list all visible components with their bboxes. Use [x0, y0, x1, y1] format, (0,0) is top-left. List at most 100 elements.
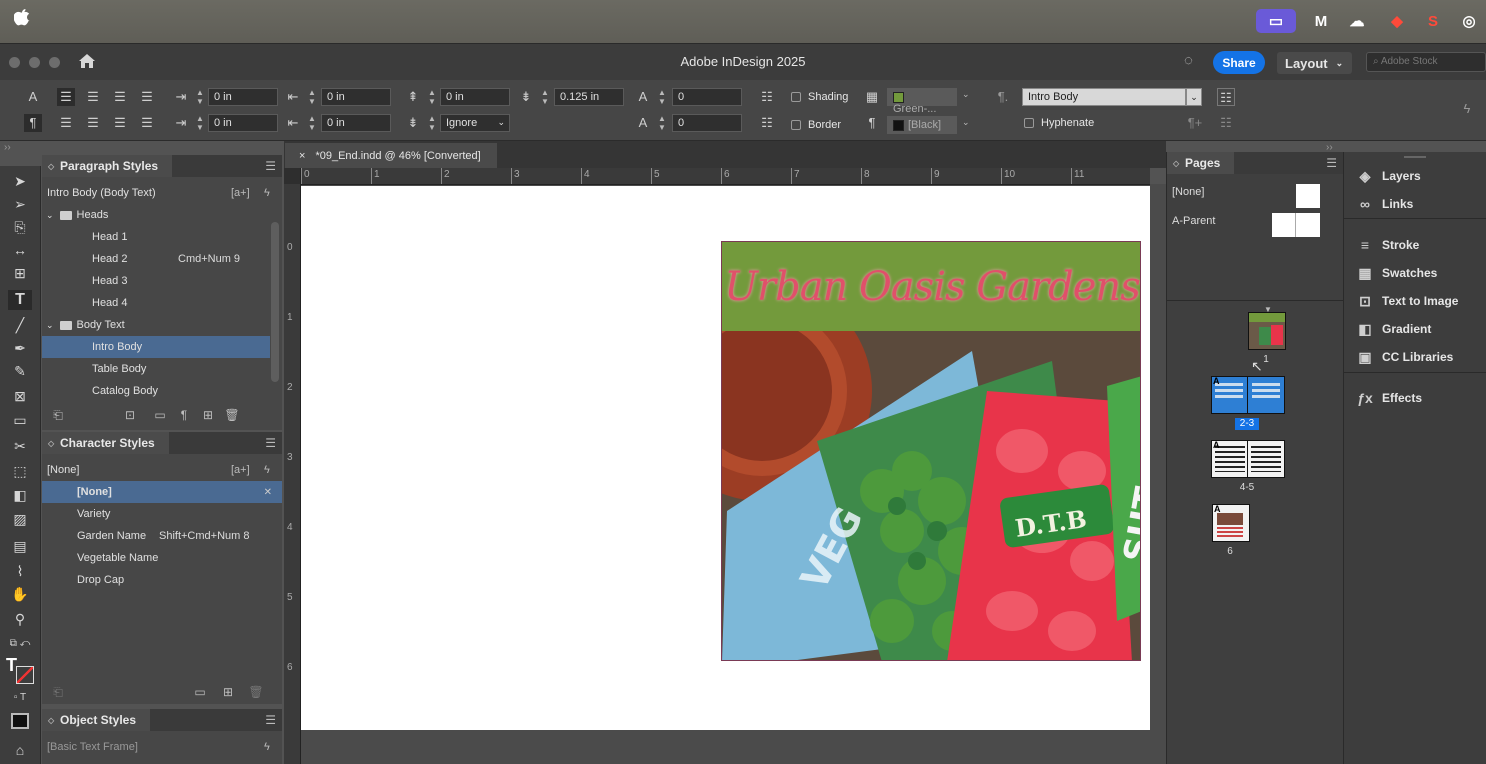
- paragraph-style-options-icon[interactable]: ☷: [1217, 88, 1235, 106]
- scissors-tool-icon[interactable]: ✂: [8, 436, 32, 456]
- shading-checkbox[interactable]: [791, 92, 801, 102]
- border-checkbox[interactable]: [791, 120, 801, 130]
- clear-override-icon[interactable]: ¶: [176, 408, 192, 422]
- panel-effects[interactable]: ƒx Effects: [1355, 384, 1422, 412]
- left-indent-field[interactable]: 0 in: [208, 88, 278, 106]
- left-indent-stepper[interactable]: ▲ ▼: [194, 88, 206, 106]
- border-settings-icon[interactable]: ¶: [863, 114, 881, 132]
- direct-selection-tool-icon[interactable]: ➢: [8, 194, 32, 214]
- collapse-left-icon[interactable]: ››: [4, 142, 11, 153]
- hyphenate-checkbox[interactable]: [1024, 118, 1034, 128]
- character-formatting-icon[interactable]: A: [24, 88, 42, 106]
- load-styles-icon[interactable]: ⎗: [50, 685, 66, 700]
- character-style-row[interactable]: Vegetable Name: [42, 547, 282, 569]
- gradient-feather-tool-icon[interactable]: ▨: [8, 509, 32, 529]
- panel-layers[interactable]: ◈ Layers: [1355, 162, 1421, 190]
- pencil-tool-icon[interactable]: ✎: [8, 361, 32, 381]
- page-1-thumb[interactable]: [1248, 312, 1286, 350]
- pages-tab[interactable]: ◇ Pages: [1167, 152, 1235, 174]
- chevron-down-icon[interactable]: ⌄: [962, 117, 970, 128]
- space-after-stepper[interactable]: ▲ ▼: [539, 88, 551, 106]
- character-style-row[interactable]: Garden Name Shift+Cmd+Num 8: [42, 525, 282, 547]
- panel-stroke[interactable]: ≡ Stroke: [1355, 231, 1419, 259]
- vertical-ruler[interactable]: 0 1 2 3 4 5 6: [284, 168, 301, 764]
- justify-all-icon[interactable]: ☰: [111, 114, 129, 132]
- master-none-thumb[interactable]: [1296, 184, 1320, 208]
- clear-override-icon[interactable]: ✕: [264, 487, 272, 498]
- load-styles-icon[interactable]: ⎗: [50, 408, 66, 423]
- numbering-icon[interactable]: ☷: [758, 114, 776, 132]
- screen-share-icon[interactable]: ▭: [1256, 9, 1296, 33]
- apple-logo-icon[interactable]: [13, 9, 36, 31]
- justify-center-icon[interactable]: ☰: [57, 114, 75, 132]
- first-line-indent-stepper[interactable]: ▲ ▼: [194, 114, 206, 132]
- paragraph-style-row[interactable]: Intro Body: [42, 336, 270, 358]
- drop-cap-lines-stepper[interactable]: ▲ ▼: [656, 88, 668, 106]
- stock-search-input[interactable]: ⌕ Adobe Stock: [1366, 52, 1486, 72]
- content-collector-icon[interactable]: ⊞: [8, 263, 32, 283]
- screen-mode-icon[interactable]: [11, 713, 29, 729]
- space-after-field[interactable]: 0.125 in: [554, 88, 624, 106]
- rectangle-frame-tool-icon[interactable]: ⊠: [8, 386, 32, 406]
- paragraph-style-row[interactable]: Head 2 Cmd+Num 9: [42, 248, 270, 270]
- panel-menu-icon[interactable]: ☰: [1326, 156, 1337, 170]
- close-tab-icon[interactable]: ×: [299, 150, 305, 162]
- scrollbar-thumb[interactable]: [271, 222, 279, 382]
- shading-settings-icon[interactable]: ▦: [863, 88, 881, 106]
- drop-cap-lines-field[interactable]: 0: [672, 88, 742, 106]
- delete-style-icon[interactable]: 🗑: [248, 685, 264, 699]
- new-style-icon[interactable]: [a+]: [231, 464, 250, 476]
- collapse-right-icon[interactable]: ››: [1326, 142, 1333, 153]
- gradient-swatch-tool-icon[interactable]: ◧: [8, 485, 32, 505]
- gap-tool-icon[interactable]: ↔: [8, 240, 32, 260]
- add-style-icon[interactable]: ⊞: [200, 408, 216, 422]
- formatting-affects-text-icon[interactable]: ▫ T: [8, 688, 32, 708]
- selection-tool-icon[interactable]: ➤: [8, 171, 32, 191]
- lightbulb-icon[interactable]: ◌: [1184, 52, 1200, 72]
- workspace-switcher[interactable]: Layout ⌄: [1277, 52, 1352, 74]
- share-button[interactable]: Share: [1213, 51, 1265, 74]
- swap-fill-stroke-icon[interactable]: ⧉ ↶: [8, 634, 32, 654]
- new-group-icon[interactable]: ⊡: [122, 408, 138, 422]
- page-tool-icon[interactable]: ⎘: [8, 217, 32, 237]
- align-center-icon[interactable]: ☰: [84, 88, 102, 106]
- panel-menu-icon[interactable]: ☰: [265, 713, 276, 727]
- dropbox-icon[interactable]: ◆: [1384, 9, 1410, 33]
- master-a-parent[interactable]: A-Parent: [1172, 215, 1215, 227]
- new-style-icon[interactable]: [a+]: [231, 187, 250, 199]
- align-grid-stepper[interactable]: ▲ ▼: [426, 114, 438, 132]
- align-right-icon[interactable]: ☰: [111, 88, 129, 106]
- line-tool-icon[interactable]: ╱: [8, 315, 32, 335]
- align-to-grid-select[interactable]: Ignore ⌄: [440, 114, 510, 132]
- right-indent-field[interactable]: 0 in: [321, 88, 391, 106]
- free-transform-tool-icon[interactable]: ⬚: [8, 461, 32, 481]
- paragraph-style-row[interactable]: Table Body: [42, 358, 270, 380]
- space-before-field[interactable]: 0 in: [440, 88, 510, 106]
- paragraph-styles-tab[interactable]: ◇ Paragraph Styles: [42, 155, 173, 177]
- panel-swatches[interactable]: ▦ Swatches: [1355, 259, 1437, 287]
- sketch-s-icon[interactable]: S: [1420, 9, 1446, 33]
- columns-icon[interactable]: ☷: [1217, 114, 1235, 132]
- border-swatch-select[interactable]: [Black]: [887, 116, 957, 134]
- note-tool-icon[interactable]: ▤: [8, 536, 32, 556]
- quick-apply-icon[interactable]: ϟ: [264, 741, 270, 753]
- align-left-icon[interactable]: ☰: [57, 88, 75, 106]
- ruler-origin[interactable]: [284, 168, 300, 184]
- type-tool-icon[interactable]: T: [8, 290, 32, 310]
- folder-icon[interactable]: ▭: [152, 408, 168, 422]
- delete-style-icon[interactable]: 🗑: [224, 408, 240, 422]
- quick-apply-icon[interactable]: ϟ: [264, 187, 270, 199]
- paragraph-style-row[interactable]: Catalog Body: [42, 380, 270, 402]
- character-style-row[interactable]: [None] ✕: [42, 481, 282, 503]
- document-tab[interactable]: × *09_End.indd @ 46% [Converted]: [285, 143, 497, 168]
- panel-cc-libraries[interactable]: ▣ CC Libraries: [1355, 343, 1453, 371]
- justify-right-icon[interactable]: ☰: [84, 114, 102, 132]
- master-none[interactable]: [None]: [1172, 186, 1204, 198]
- eyedropper-tool-icon[interactable]: ⌇: [8, 561, 32, 581]
- folder-icon[interactable]: ▭: [192, 685, 208, 699]
- panel-menu-icon[interactable]: ☰: [265, 436, 276, 450]
- quick-apply-icon[interactable]: ϟ: [264, 464, 270, 476]
- chevron-down-icon[interactable]: ⌄: [46, 320, 54, 331]
- horizontal-ruler[interactable]: 0 1 2 3 4 5 6 7 8 9 10 11: [300, 168, 1150, 185]
- panel-menu-icon[interactable]: ☰: [265, 159, 276, 173]
